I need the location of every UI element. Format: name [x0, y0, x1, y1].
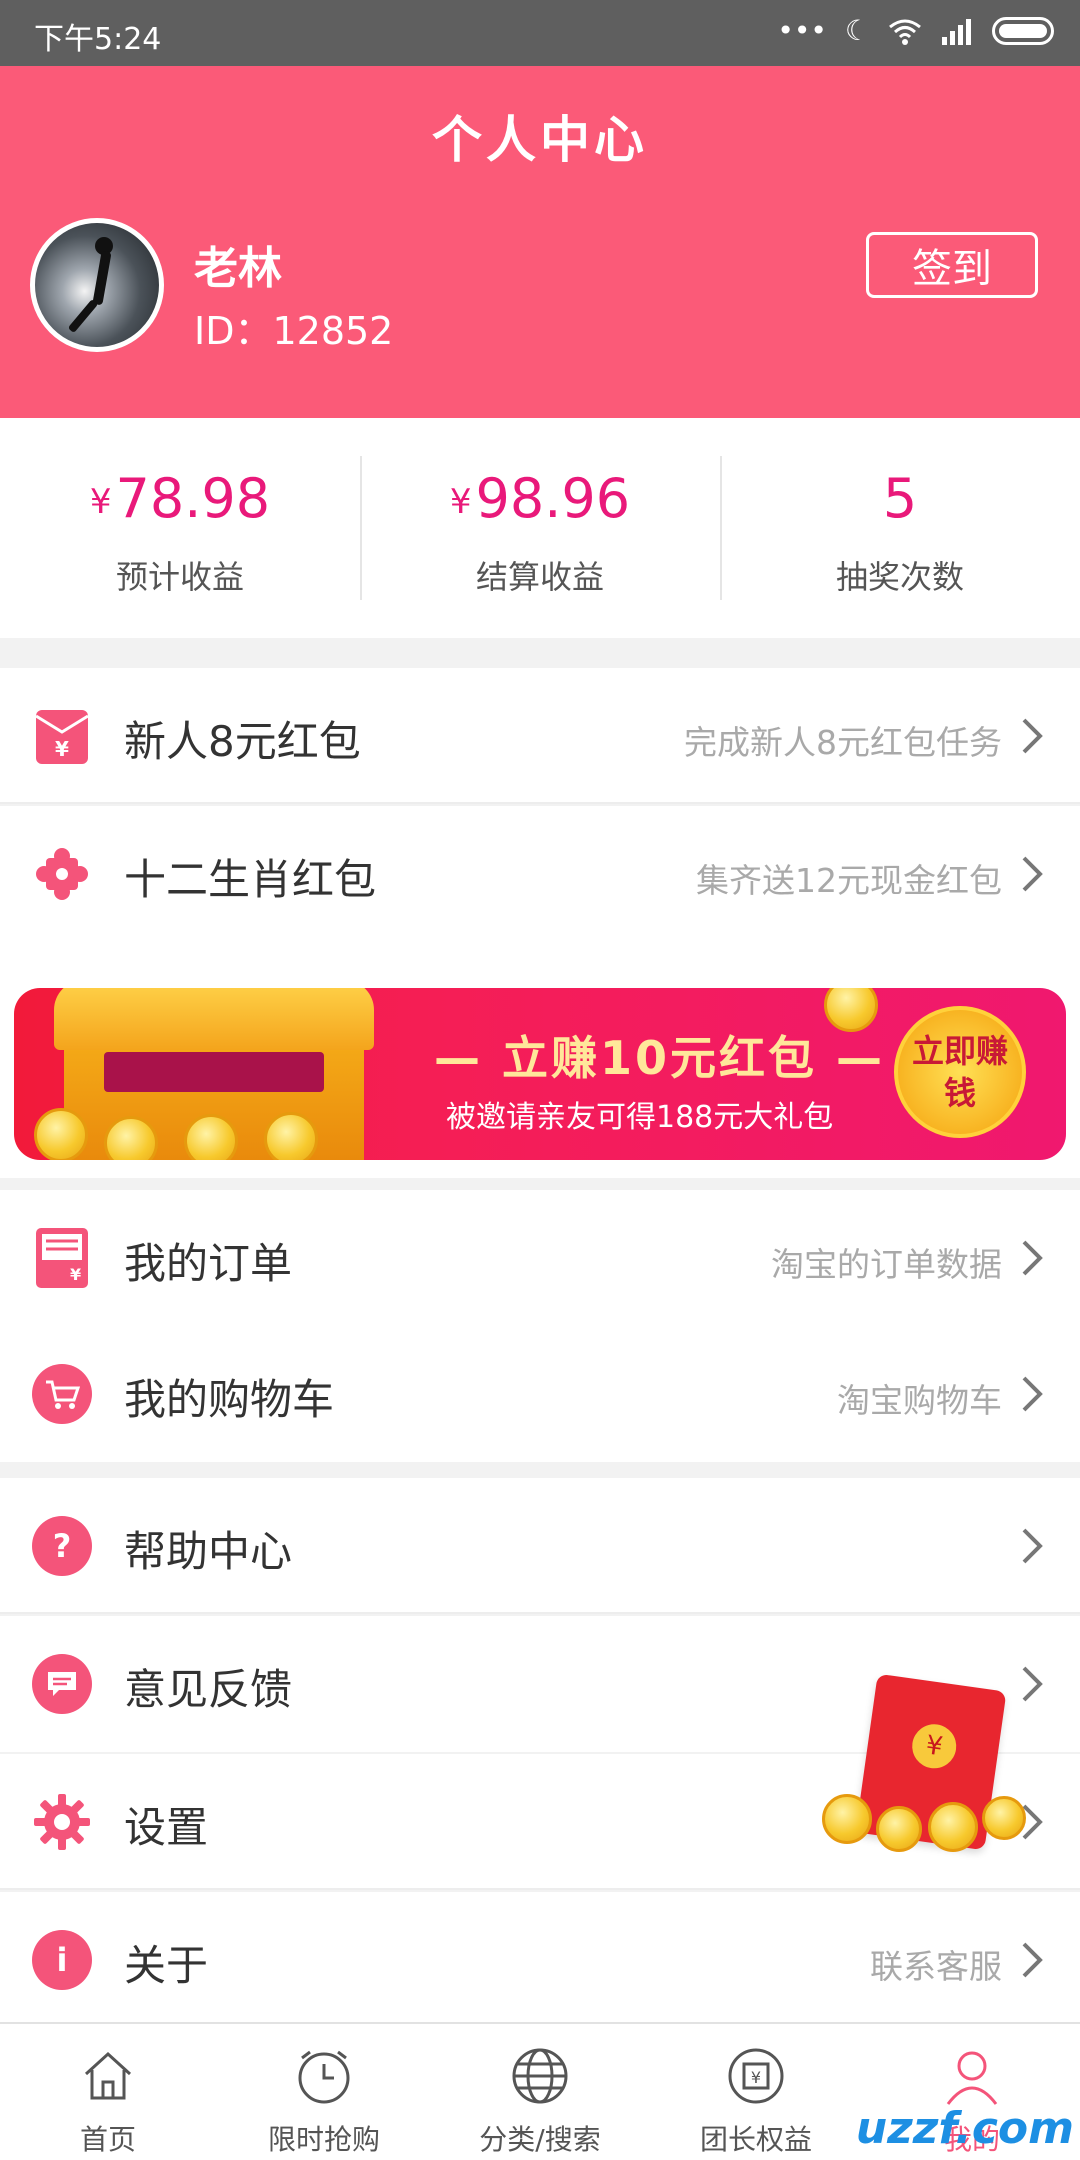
- menu-item-newbie-redpacket[interactable]: ¥ 新人8元红包 完成新人8元红包任务: [0, 668, 1080, 804]
- menu-item-hint: 淘宝购物车: [837, 1381, 1002, 1420]
- order-icon: ¥: [32, 1228, 92, 1288]
- page-title: 个人中心: [432, 111, 648, 169]
- banner-subline: 被邀请亲友可得188元大礼包: [446, 1100, 834, 1135]
- signal-icon: [942, 18, 971, 45]
- coin-icon: [34, 1108, 88, 1160]
- tab-label: 分类/搜索: [479, 2123, 601, 2156]
- stat-label: 结算收益: [475, 558, 604, 596]
- stat-value: 98.96: [475, 467, 631, 530]
- dots-icon: •••: [777, 14, 827, 47]
- stat-lottery-count[interactable]: 5 抽奖次数: [720, 418, 1080, 638]
- shield-yen-icon: ¥: [728, 2048, 784, 2104]
- menu-item-hint: 集齐送12元现金红包: [696, 861, 1002, 900]
- menu-item-label: 帮助中心: [124, 1527, 293, 1576]
- coin-icon: [982, 1796, 1026, 1840]
- coin-icon: [184, 1114, 238, 1160]
- menu-item-label: 关于: [124, 1941, 209, 1990]
- menu-item-label: 意见反馈: [124, 1665, 293, 1714]
- menu-item-label: 设置: [124, 1803, 209, 1852]
- chevron-right-icon: [1022, 1528, 1043, 1564]
- person-icon: [946, 2051, 998, 2105]
- menu-item-my-cart[interactable]: 我的购物车 淘宝购物车: [0, 1326, 1080, 1462]
- menu-item-my-orders[interactable]: ¥ 我的订单 淘宝的订单数据: [0, 1190, 1080, 1326]
- red-envelope-icon: ¥: [32, 706, 92, 766]
- battery-icon: [992, 16, 1054, 45]
- floating-red-packet[interactable]: [816, 1673, 1036, 1860]
- stat-label: 抽奖次数: [835, 558, 964, 596]
- coin-icon: [876, 1806, 922, 1852]
- menu-item-label: 十二生肖红包: [124, 855, 377, 904]
- status-bar: 下午5:24 ••• ☾: [0, 0, 1080, 66]
- tab-home[interactable]: 首页: [0, 2024, 216, 2160]
- banner-card[interactable]: — 立赚10元红包 — 被邀请亲友可得188元大礼包 立即赚钱: [14, 988, 1066, 1160]
- menu-item-help-center[interactable]: ? 帮助中心: [0, 1478, 1080, 1614]
- chevron-right-icon: [1022, 718, 1043, 754]
- username: 老林: [194, 243, 282, 294]
- chevron-right-icon: [1022, 1240, 1043, 1276]
- currency-symbol: ¥: [89, 482, 112, 522]
- chevron-right-icon: [1022, 1942, 1043, 1978]
- menu-item-hint: 淘宝的订单数据: [771, 1245, 1002, 1284]
- stat-value: 5: [882, 467, 918, 530]
- watermark-logo: uzzf.com: [855, 2103, 1074, 2154]
- help-icon: ?: [32, 1516, 92, 1576]
- stat-estimated-income[interactable]: ¥78.98 预计收益: [0, 418, 360, 638]
- earnings-stats: ¥78.98 预计收益 ¥98.96 结算收益 5 抽奖次数: [0, 418, 1080, 638]
- tab-category-search[interactable]: 分类/搜索: [432, 2024, 648, 2160]
- settings-icon: [32, 1792, 92, 1852]
- coin-icon: [264, 1112, 318, 1160]
- menu-item-zodiac-redpacket[interactable]: 十二生肖红包 集齐送12元现金红包: [0, 806, 1080, 942]
- menu-item-label: 我的订单: [124, 1239, 293, 1288]
- avatar[interactable]: [30, 218, 164, 352]
- clock-icon: [298, 2050, 350, 2104]
- banner-headline: — 立赚10元红包 —: [434, 1031, 886, 1085]
- svg-text:¥: ¥: [751, 2068, 761, 2087]
- chevron-right-icon: [1022, 856, 1043, 892]
- currency-symbol: ¥: [449, 482, 472, 522]
- profile-header: 个人中心 老林 ID：12852 签到: [0, 66, 1080, 418]
- globe-icon: [512, 2048, 568, 2104]
- wifi-icon: [889, 19, 921, 45]
- stat-value: 78.98: [115, 467, 271, 530]
- coin-icon: [928, 1802, 978, 1852]
- promo-banner[interactable]: — 立赚10元红包 — 被邀请亲友可得188元大礼包 立即赚钱: [0, 942, 1080, 1178]
- menu-item-label: 新人8元红包: [124, 717, 361, 766]
- tab-label: 限时抢购: [267, 2123, 380, 2156]
- info-icon: i: [32, 1930, 92, 1990]
- tab-label: 团长权益: [699, 2123, 812, 2156]
- tab-leader-benefits[interactable]: ¥ 团长权益: [648, 2024, 864, 2160]
- cart-icon: [32, 1364, 92, 1424]
- menu-item-hint: 联系客服: [870, 1947, 1002, 1986]
- menu-item-label: 我的购物车: [124, 1375, 335, 1424]
- earn-now-button[interactable]: 立即赚钱: [894, 1006, 1026, 1138]
- stat-label: 预计收益: [115, 558, 244, 596]
- svg-text:¥: ¥: [70, 1265, 81, 1284]
- coin-icon: [822, 1794, 872, 1844]
- feedback-icon: [32, 1654, 92, 1714]
- menu-item-hint: 完成新人8元红包任务: [684, 723, 1002, 762]
- tab-label: 首页: [79, 2123, 136, 2156]
- svg-text:¥: ¥: [55, 737, 69, 761]
- user-id: ID：12852: [194, 309, 394, 353]
- puzzle-icon: [32, 844, 92, 904]
- chevron-right-icon: [1022, 1376, 1043, 1412]
- status-icons: ••• ☾: [777, 14, 1054, 47]
- menu-item-about[interactable]: i 关于 联系客服: [0, 1892, 1080, 2028]
- moon-icon: ☾: [844, 14, 870, 47]
- status-time: 下午5:24: [34, 22, 162, 57]
- signin-button[interactable]: 签到: [866, 232, 1038, 298]
- tab-flash-sale[interactable]: 限时抢购: [216, 2024, 432, 2160]
- stat-settled-income[interactable]: ¥98.96 结算收益: [360, 418, 720, 638]
- home-icon: [84, 2051, 132, 2100]
